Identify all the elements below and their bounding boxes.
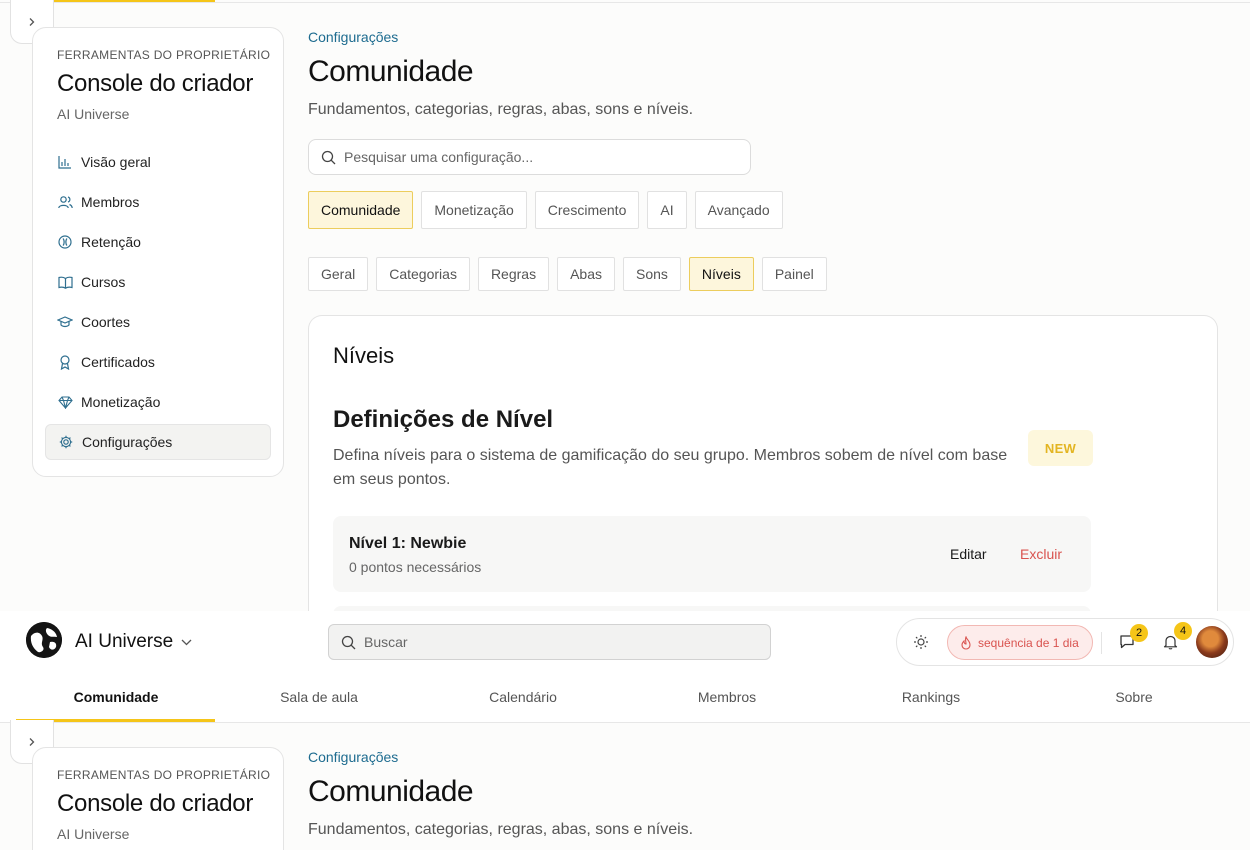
settings-search-input[interactable]: Pesquisar uma configuração... <box>308 139 751 175</box>
sidebar-nav: Visão geral Membros Retenção Cursos Coor… <box>45 144 271 460</box>
subtab-panel[interactable]: Painel <box>761 257 827 291</box>
sidebar-item-label: Visão geral <box>81 154 151 170</box>
creator-console-sidebar: FERRAMENTAS DO PROPRIETÁRIO Console do c… <box>32 747 284 850</box>
sidebar-title: Console do criador <box>57 790 254 817</box>
sidebar-item-monetization[interactable]: Monetização <box>45 384 271 420</box>
sidebar-item-settings[interactable]: Configurações <box>45 424 271 460</box>
sidebar-title: Console do criador <box>57 70 254 97</box>
levels-card: Níveis Definições de Nível Defina níveis… <box>308 315 1218 611</box>
brand-name: AI Universe <box>75 631 174 652</box>
global-search-input[interactable]: Buscar <box>328 624 771 660</box>
nav-rankings[interactable]: Rankings <box>871 689 991 705</box>
subtab-general[interactable]: Geral <box>308 257 369 291</box>
chevron-right-icon <box>29 737 35 746</box>
level-points: 0 pontos necessários <box>349 559 482 575</box>
nav-members[interactable]: Membros <box>667 689 787 705</box>
notifications-count-badge: 4 <box>1174 622 1192 640</box>
logo-icon[interactable] <box>26 622 62 658</box>
sidebar-item-courses[interactable]: Cursos <box>45 264 271 300</box>
chevron-right-icon <box>29 17 35 26</box>
subtab-rules[interactable]: Regras <box>477 257 550 291</box>
subtab-levels[interactable]: Níveis <box>688 257 754 291</box>
award-icon <box>57 354 73 370</box>
tab-community[interactable]: Comunidade <box>308 191 414 229</box>
sidebar-item-label: Coortes <box>81 314 131 330</box>
flame-icon <box>960 635 972 650</box>
level-name: Nível 1: Newbie <box>349 535 467 552</box>
section-title: Definições de Nível <box>333 406 554 433</box>
sidebar-item-overview[interactable]: Visão geral <box>45 144 271 180</box>
gear-icon <box>58 434 74 450</box>
subtab-sounds[interactable]: Sons <box>623 257 681 291</box>
sidebar-item-cohorts[interactable]: Coortes <box>45 304 271 340</box>
header-actions: sequência de 1 dia 2 4 <box>896 618 1234 666</box>
section-description: Defina níveis para o sistema de gamifica… <box>333 447 1008 488</box>
sidebar-item-label: Certificados <box>81 354 155 370</box>
divider <box>1101 632 1102 654</box>
main-nav: Comunidade Sala de aula Calendário Membr… <box>0 686 1250 722</box>
tab-ai[interactable]: AI <box>647 191 687 229</box>
chevron-down-icon <box>181 639 192 646</box>
subtab-tabs[interactable]: Abas <box>557 257 615 291</box>
card-heading: Níveis <box>333 343 395 368</box>
theme-toggle-sun-icon[interactable] <box>913 634 929 650</box>
sidebar-subtitle: AI Universe <box>57 826 130 842</box>
search-icon <box>341 635 356 650</box>
top-tab-underline-bar <box>0 0 1250 3</box>
bar-chart-icon <box>57 154 73 170</box>
page-title: Comunidade <box>308 55 474 88</box>
level-row: Nível 1: Newbie 0 pontos necessários Edi… <box>333 516 1091 592</box>
gem-icon <box>57 394 73 410</box>
breadcrumb[interactable]: Configurações <box>308 749 398 765</box>
tab-growth[interactable]: Crescimento <box>534 191 640 229</box>
secondary-tabs: Geral Categorias Regras Abas Sons Níveis… <box>308 257 827 291</box>
primary-tabs: Comunidade Monetização Crescimento AI Av… <box>308 191 783 229</box>
graduation-cap-icon <box>57 314 73 330</box>
sidebar-item-label: Retenção <box>81 234 141 250</box>
page-subtitle: Fundamentos, categorias, regras, abas, s… <box>308 101 694 118</box>
search-icon <box>321 150 336 165</box>
community-switcher[interactable]: AI Universe <box>75 631 192 653</box>
tab-advanced[interactable]: Avançado <box>694 191 783 229</box>
page-title: Comunidade <box>308 775 474 808</box>
sidebar-item-label: Configurações <box>82 434 173 450</box>
book-icon <box>57 274 73 290</box>
sidebar-item-label: Monetização <box>81 394 161 410</box>
site-header: AI Universe Buscar sequência de 1 dia 2 … <box>0 611 1250 723</box>
nav-about[interactable]: Sobre <box>1074 689 1194 705</box>
sidebar-item-certificates[interactable]: Certificados <box>45 344 271 380</box>
sidebar-kicker: FERRAMENTAS DO PROPRIETÁRIO <box>57 48 271 62</box>
streak-badge[interactable]: sequência de 1 dia <box>947 625 1093 660</box>
settings-search-placeholder: Pesquisar uma configuração... <box>344 149 534 165</box>
page-subtitle: Fundamentos, categorias, regras, abas, s… <box>308 821 694 838</box>
sidebar-item-label: Membros <box>81 194 140 210</box>
delete-level-button[interactable]: Excluir <box>1020 546 1062 562</box>
new-badge: NEW <box>1028 430 1093 466</box>
edit-level-button[interactable]: Editar <box>950 546 987 562</box>
users-icon <box>57 194 73 210</box>
retention-icon <box>57 234 73 250</box>
messages-count-badge: 2 <box>1130 624 1148 642</box>
sidebar-item-label: Cursos <box>81 274 126 290</box>
sidebar-kicker: FERRAMENTAS DO PROPRIETÁRIO <box>57 768 271 782</box>
streak-label: sequência de 1 dia <box>978 635 1079 650</box>
tab-monetization[interactable]: Monetização <box>421 191 527 229</box>
nav-calendar[interactable]: Calendário <box>463 689 583 705</box>
breadcrumb[interactable]: Configurações <box>308 29 398 45</box>
sidebar-item-retention[interactable]: Retenção <box>45 224 271 260</box>
sidebar-item-members[interactable]: Membros <box>45 184 271 220</box>
subtab-categories[interactable]: Categorias <box>376 257 470 291</box>
global-search-placeholder: Buscar <box>364 634 408 650</box>
nav-community[interactable]: Comunidade <box>56 689 176 705</box>
avatar[interactable] <box>1196 626 1228 658</box>
nav-classroom[interactable]: Sala de aula <box>259 689 379 705</box>
sidebar-subtitle: AI Universe <box>57 106 130 122</box>
creator-console-sidebar: FERRAMENTAS DO PROPRIETÁRIO Console do c… <box>32 27 284 477</box>
